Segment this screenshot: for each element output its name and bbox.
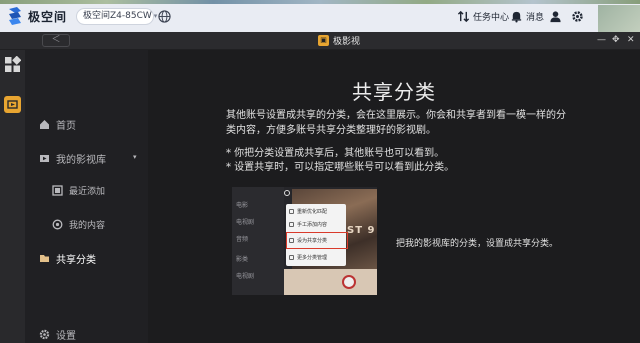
- share-category-icon: [40, 255, 49, 262]
- messages-label: 消息: [526, 13, 545, 23]
- sidebar-item-settings[interactable]: 设置: [39, 327, 76, 342]
- content-icon: [52, 219, 63, 230]
- sidebar-item-my-content[interactable]: 我的内容: [52, 218, 105, 231]
- preview-menu-item: 手工添加内容: [289, 219, 327, 229]
- preview-menu-item: 重新优化匹配: [289, 206, 327, 216]
- device-name: 极空间Z4-85CW: [83, 11, 152, 21]
- sidebar-item-label: 首页: [56, 121, 76, 132]
- app-dock: [0, 50, 25, 343]
- maximize-icon[interactable]: ✥: [612, 35, 620, 45]
- transfer-icon: [457, 10, 470, 23]
- messages-button[interactable]: 消息: [510, 9, 544, 24]
- apps-grid-icon[interactable]: [4, 56, 21, 73]
- device-selector[interactable]: 极空间Z4-85CW ▾: [76, 8, 157, 25]
- wallpaper-corner: [598, 5, 640, 32]
- app-title-bar: ＜ ▣ 极影视 — ✥ ✕: [0, 32, 640, 50]
- sidebar-item-label: 设置: [56, 331, 76, 342]
- sidebar: 首页 我的影视库 ▾ 最近添加 我的内容 共享分类 设置: [25, 50, 148, 343]
- menu-item-icon: [289, 208, 294, 214]
- preview-menu-label: 更多分类管理: [297, 254, 328, 261]
- menu-item-icon: [289, 221, 294, 227]
- task-center-button[interactable]: 任务中心: [457, 9, 509, 24]
- film-icon: [7, 100, 18, 109]
- sidebar-item-label: 我的内容: [69, 221, 106, 231]
- tutorial-screenshot: 电影 电视剧 音频 影类 电视剧 ST 9 重新优化匹配 手工添加内容 设为共享…: [232, 187, 377, 295]
- main-content: 共享分类 其他账号设置成共享的分类，会在这里展示。你会和共享者到看一模一样的分类…: [148, 50, 640, 343]
- preview-bottom-banner: [284, 269, 377, 295]
- minimize-icon[interactable]: —: [597, 35, 606, 45]
- bullet-item: * 你把分类设置成共享后，其他账号也可以看到。: [226, 148, 445, 159]
- brand-logo-icon: [9, 7, 21, 25]
- preview-side-item: 音频: [236, 236, 249, 243]
- preview-menu-label: 手工添加内容: [297, 221, 328, 228]
- film-reel-icon: [342, 275, 356, 289]
- preview-side-item: 电影: [236, 202, 249, 209]
- app-title-group: ▣ 极影视: [318, 34, 360, 47]
- preview-caption: 把我的影视库的分类，设置成共享分类。: [396, 239, 559, 249]
- back-button[interactable]: ＜: [42, 34, 70, 47]
- sidebar-item-film-library[interactable]: 我的影视库: [39, 151, 106, 166]
- preview-menu-item: 更多分类管理: [289, 252, 327, 262]
- page-title: 共享分类: [352, 80, 436, 104]
- preview-gear-icon: [284, 190, 290, 196]
- globe-icon[interactable]: [158, 10, 171, 23]
- menu-item-icon: [289, 254, 294, 260]
- sidebar-item-label: 共享分类: [56, 255, 96, 266]
- media-app-icon[interactable]: [4, 96, 21, 113]
- preview-side-item: 电视剧: [236, 219, 255, 226]
- brand-name: 极空间: [28, 10, 68, 24]
- gear-icon: [39, 329, 50, 340]
- preview-side-item: 影类: [236, 256, 249, 263]
- film-library-icon: [40, 155, 49, 162]
- caret-down-icon[interactable]: ▾: [133, 153, 137, 161]
- task-center-label: 任务中心: [473, 13, 510, 23]
- preview-menu-label: 重新优化匹配: [297, 208, 328, 215]
- preview-side-item: 电视剧: [236, 273, 255, 280]
- preview-sidebar: 电影 电视剧 音频 影类 电视剧: [232, 187, 284, 295]
- sidebar-item-label: 最近添加: [69, 187, 106, 197]
- bell-icon: [511, 11, 522, 23]
- sidebar-item-home[interactable]: 首页: [39, 117, 76, 132]
- app-title: 极影视: [333, 37, 361, 47]
- home-icon: [40, 120, 49, 129]
- bullet-item: * 设置共享时，可以指定哪些账号可以看到此分类。: [226, 162, 455, 173]
- recent-icon: [52, 185, 63, 196]
- sidebar-item-label: 我的影视库: [56, 155, 106, 166]
- app-logo-icon: ▣: [318, 35, 329, 46]
- user-icon[interactable]: [549, 10, 562, 23]
- close-icon[interactable]: ✕: [627, 35, 635, 45]
- app-window: 极空间 极空间Z4-85CW ▾ 任务中心 消息 ＜ ▣ 极影视 — ✥ ✕ 首…: [0, 0, 640, 343]
- wallpaper-strip: [0, 0, 640, 4]
- preview-highlight-box: [286, 232, 348, 249]
- sidebar-item-share-category[interactable]: 共享分类: [39, 251, 96, 266]
- chevron-down-icon: ▾: [153, 12, 158, 20]
- system-top-bar: 极空间 极空间Z4-85CW ▾ 任务中心 消息: [0, 0, 640, 32]
- sidebar-item-recent[interactable]: 最近添加: [52, 184, 105, 197]
- gear-icon[interactable]: [571, 10, 584, 23]
- preview-poster-text: ST 9: [347, 225, 376, 236]
- intro-paragraph: 其他账号设置成共享的分类，会在这里展示。你会和共享者到看一模一样的分类内容，方便…: [226, 110, 566, 136]
